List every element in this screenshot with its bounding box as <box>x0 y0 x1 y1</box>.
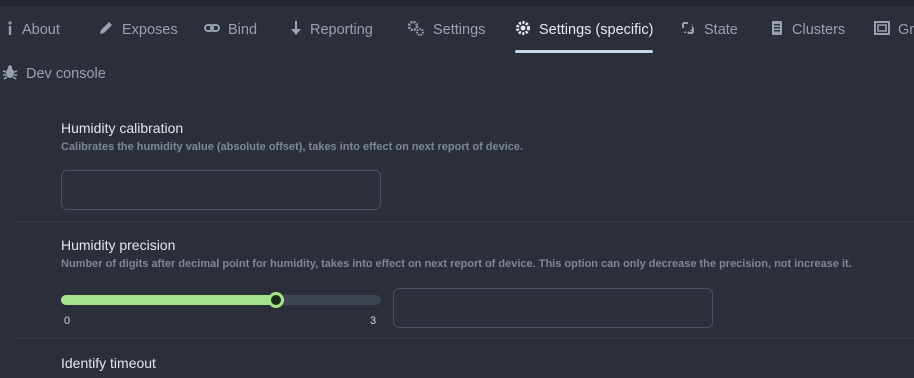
gears-icon <box>407 20 425 40</box>
tab-state[interactable]: State <box>680 6 738 54</box>
tab-label: Gr <box>898 22 914 38</box>
tab-label: Dev console <box>26 66 106 82</box>
humidity-calibration-input[interactable] <box>61 170 381 210</box>
slider-min-label: 0 <box>64 315 71 327</box>
tab-label: Settings (specific) <box>539 22 654 38</box>
humidity-precision-description: Number of digits after decimal point for… <box>61 258 852 270</box>
tab-label: Clusters <box>792 22 846 38</box>
identify-timeout-title: Identify timeout <box>61 355 156 371</box>
tab-label: Settings <box>433 22 486 38</box>
tab-exposes[interactable]: Exposes <box>98 6 178 54</box>
gear-icon <box>515 20 531 40</box>
device-page: About Exposes Bind Reporting Settings Se… <box>0 0 914 378</box>
bug-icon <box>2 64 18 84</box>
humidity-precision-section: Humidity precision Number of digits afte… <box>16 227 914 339</box>
tab-label: Bind <box>228 22 258 38</box>
tab-settings[interactable]: Settings <box>407 6 485 54</box>
group-icon <box>874 20 890 40</box>
tab-reporting[interactable]: Reporting <box>290 6 373 54</box>
tab-bind[interactable]: Bind <box>204 6 257 54</box>
tab-label: Exposes <box>122 22 178 38</box>
refresh-icon <box>680 20 696 40</box>
humidity-calibration-title: Humidity calibration <box>61 120 184 136</box>
tab-bar: About Exposes Bind Reporting Settings Se… <box>0 6 914 54</box>
humidity-calibration-description: Calibrates the humidity value (absolute … <box>61 141 524 153</box>
tab-about[interactable]: About <box>6 6 60 54</box>
link-icon <box>204 20 220 40</box>
tab-label: State <box>704 22 738 38</box>
slider-max-label: 3 <box>370 315 377 327</box>
tab-label: About <box>22 22 60 38</box>
identify-timeout-section: Identify timeout <box>16 345 914 378</box>
slider-fill <box>61 295 278 305</box>
pencil-icon <box>98 20 114 40</box>
arrow-down-icon <box>290 20 302 40</box>
tab-dev-console[interactable]: Dev console <box>2 54 106 94</box>
tab-groups[interactable]: Gr <box>874 6 914 54</box>
slider-handle[interactable] <box>268 292 284 308</box>
humidity-precision-title: Humidity precision <box>61 237 176 253</box>
info-icon <box>6 20 14 40</box>
humidity-precision-input[interactable] <box>393 288 713 328</box>
tab-clusters[interactable]: Clusters <box>770 6 845 54</box>
tab-settings-specific[interactable]: Settings (specific) <box>515 6 654 54</box>
humidity-precision-slider[interactable] <box>61 292 381 308</box>
document-icon <box>770 20 784 40</box>
humidity-calibration-section: Humidity calibration Calibrates the humi… <box>16 110 914 222</box>
tab-label: Reporting <box>310 22 373 38</box>
